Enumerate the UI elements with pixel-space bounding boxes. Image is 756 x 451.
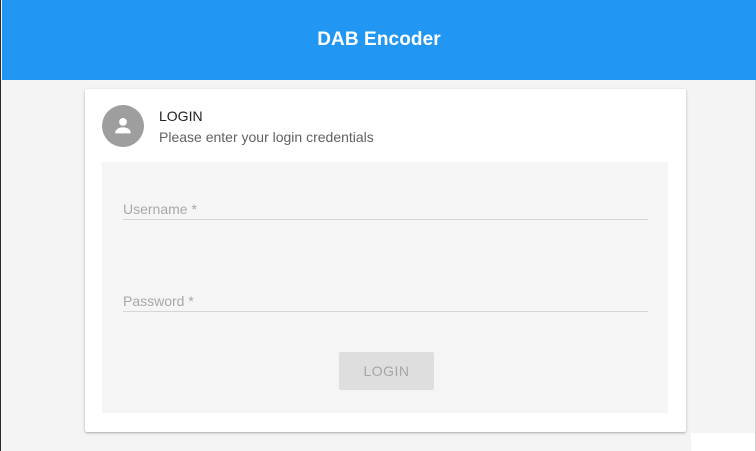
- username-field: [123, 189, 648, 224]
- login-form: LOGIN: [102, 162, 668, 413]
- login-card-subtitle: Please enter your login credentials: [159, 129, 374, 145]
- app-window: DAB Encoder LOGIN Please enter your logi…: [0, 0, 756, 451]
- login-card-title: LOGIN: [159, 108, 203, 124]
- username-input[interactable]: [123, 189, 648, 224]
- login-card: LOGIN Please enter your login credential…: [85, 89, 686, 432]
- login-button[interactable]: LOGIN: [339, 352, 434, 390]
- background-strip: [691, 433, 755, 451]
- account-icon: [102, 105, 144, 147]
- app-bar: DAB Encoder: [2, 0, 756, 80]
- account-glyph: [115, 118, 131, 134]
- app-title: DAB Encoder: [317, 29, 441, 50]
- password-input[interactable]: [123, 281, 648, 316]
- password-field: [123, 281, 648, 316]
